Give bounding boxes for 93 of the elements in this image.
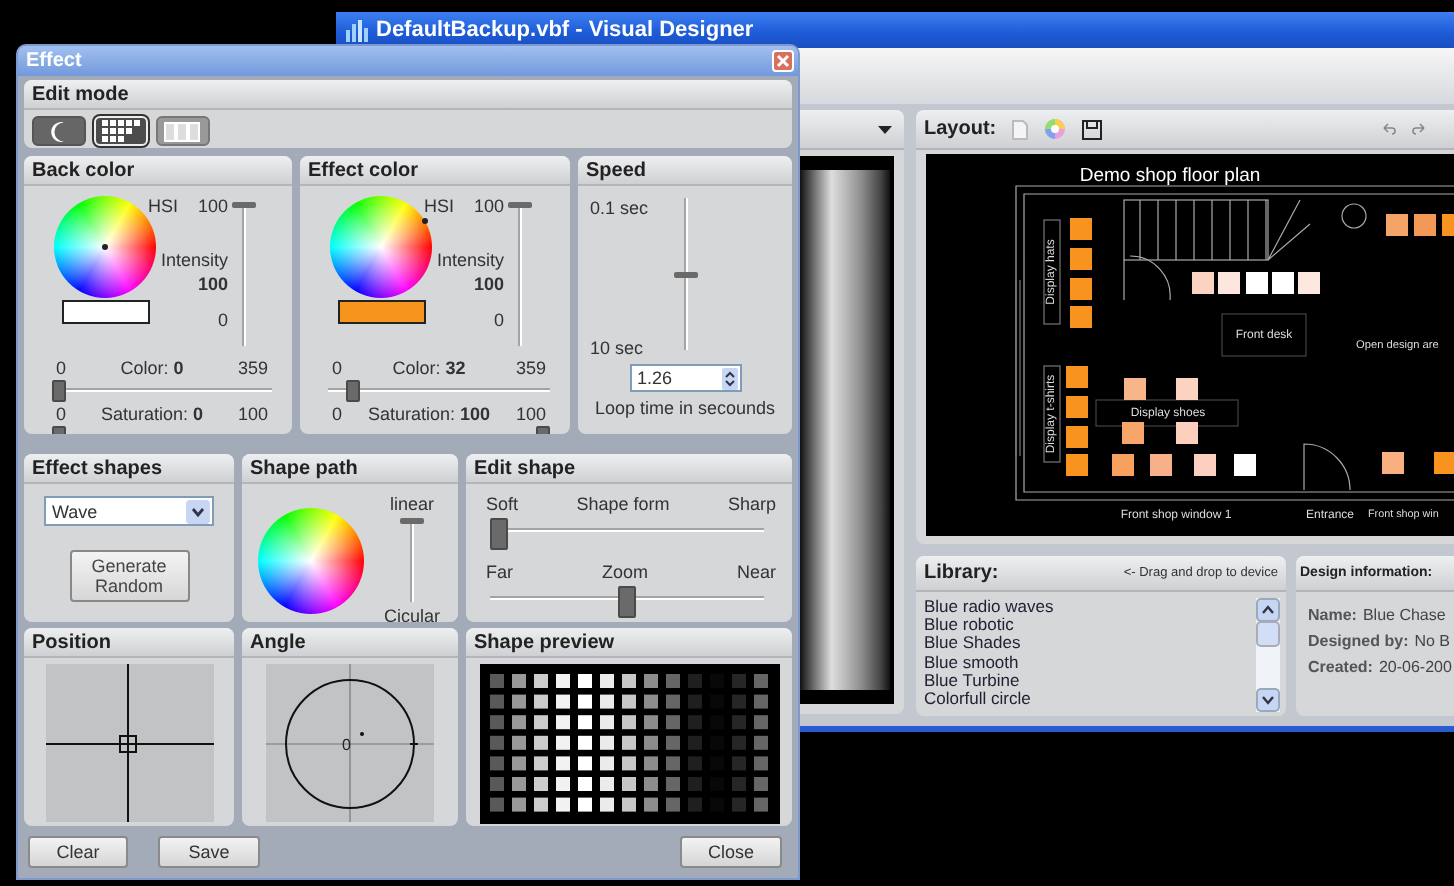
clear-button[interactable]: Clear: [28, 836, 128, 868]
panel-title: Effect shapes: [32, 457, 163, 479]
scale-label: 0: [56, 404, 67, 424]
library-item[interactable]: Colorfull circle: [924, 690, 1252, 709]
slider-label: Zoom: [601, 562, 648, 582]
scale-label: 0: [493, 310, 504, 330]
undo-icon[interactable]: [1382, 122, 1396, 136]
color-wheel[interactable]: [258, 508, 364, 614]
scale-label: 0: [332, 404, 343, 424]
scale-label: Near: [736, 562, 776, 582]
scale-label: 0: [217, 310, 228, 330]
bars-icon: [344, 18, 368, 42]
field-label: Designed by:: [1308, 632, 1409, 650]
chevron-down-icon[interactable]: [186, 499, 210, 523]
panel-title: Shape preview: [474, 631, 615, 653]
saturation-reading: Saturation: 100: [367, 404, 491, 424]
scale-label: Far: [486, 562, 513, 582]
library-item[interactable]: Blue smooth: [924, 653, 1252, 672]
hsi-label: HSI: [424, 196, 455, 216]
library-item[interactable]: Blue radio waves: [924, 598, 1252, 617]
redo-icon[interactable]: [1412, 122, 1426, 136]
picker-dot[interactable]: [102, 244, 108, 250]
scale-label: 359: [237, 358, 268, 378]
intensity-label: Intensity: [160, 250, 228, 270]
save-button[interactable]: Save: [158, 836, 260, 868]
panel-title: Library:: [924, 562, 999, 584]
spin-field[interactable]: 1.26: [629, 364, 741, 392]
color-reading: Color: 32: [392, 358, 466, 378]
field-value: 20-06-200: [1378, 658, 1452, 676]
panel-title: Shape path: [250, 457, 358, 479]
caret-down-icon[interactable]: [878, 125, 892, 133]
slider-thumb[interactable]: [232, 202, 256, 208]
speed-caption: Loop time in secounds: [592, 398, 778, 418]
color-wheel-icon[interactable]: [1044, 118, 1067, 140]
scale-label: 100: [197, 196, 228, 216]
close-icon: [776, 54, 790, 68]
scrollbar[interactable]: [1256, 598, 1280, 712]
panel-title: Angle: [250, 631, 306, 653]
hsi-label: HSI: [148, 196, 179, 216]
slider-thumb[interactable]: [52, 380, 66, 402]
intensity-value: 100: [473, 274, 504, 294]
slider-label: Shape form: [576, 494, 670, 514]
dialog-title: Effect: [26, 50, 82, 72]
color-reading: Color: 0: [120, 358, 184, 378]
picker-dot[interactable]: [421, 217, 428, 223]
close-button[interactable]: Close: [680, 836, 782, 868]
scale-label: Soft: [486, 494, 519, 514]
grid-icon: [102, 120, 140, 142]
scale-label: 0: [332, 358, 343, 378]
saturation-reading: Saturation: 0: [100, 404, 204, 424]
field-label: Name:: [1308, 606, 1357, 624]
panel-title: Edit mode: [32, 83, 129, 105]
intensity-label: Intensity: [436, 250, 504, 270]
scale-label: Cicular: [383, 606, 440, 622]
scale-label: 100: [515, 404, 546, 424]
close-button[interactable]: [772, 50, 794, 72]
position-pad[interactable]: [45, 664, 213, 822]
scale-label: 359: [515, 358, 546, 378]
panel-title: Edit shape: [474, 457, 576, 479]
scale-label: 10 sec: [590, 338, 646, 358]
panel-title: Back color: [32, 159, 135, 181]
shape-dropdown[interactable]: Wave: [44, 496, 214, 526]
bars-icon: [164, 121, 202, 141]
slider-thumb[interactable]: [508, 202, 532, 208]
mode-button[interactable]: [32, 116, 86, 146]
slider-thumb[interactable]: [673, 271, 697, 277]
generate-random-button[interactable]: Generate Random: [69, 550, 189, 602]
angle-dial[interactable]: 0: [266, 664, 434, 822]
slider-thumb[interactable]: [618, 586, 636, 618]
intensity-value: 100: [197, 274, 228, 294]
slider-thumb[interactable]: [346, 380, 361, 402]
field-value: No B: [1414, 632, 1451, 650]
scale-label: 100: [237, 404, 268, 424]
library-item[interactable]: Blue Turbine: [924, 671, 1252, 691]
window-title: DefaultBackup.vbf - Visual Designer: [376, 18, 754, 42]
plan-title: Demo shop floor plan: [1079, 166, 1261, 186]
library-item[interactable]: Blue Shades: [924, 634, 1252, 654]
scale-label: Sharp: [727, 494, 776, 514]
library-item[interactable]: Blue robotic: [924, 616, 1252, 635]
scale-label: 0.1 sec: [590, 198, 651, 218]
panel-title: Layout:: [924, 118, 997, 140]
slider-thumb[interactable]: [400, 518, 424, 524]
field-value: Blue Chase: [1362, 606, 1446, 624]
slider-thumb[interactable]: [490, 518, 508, 550]
field-label: Created:: [1308, 658, 1373, 676]
panel-title: Speed: [586, 159, 647, 181]
angle-value: 0: [342, 736, 351, 754]
scale-label: 0: [56, 358, 67, 378]
panel-title: Effect color: [308, 159, 419, 181]
scale-label: linear: [389, 494, 434, 514]
panel-title: Position: [32, 631, 111, 653]
spin-arrows-icon[interactable]: [721, 367, 737, 389]
scale-label: 100: [473, 196, 504, 216]
